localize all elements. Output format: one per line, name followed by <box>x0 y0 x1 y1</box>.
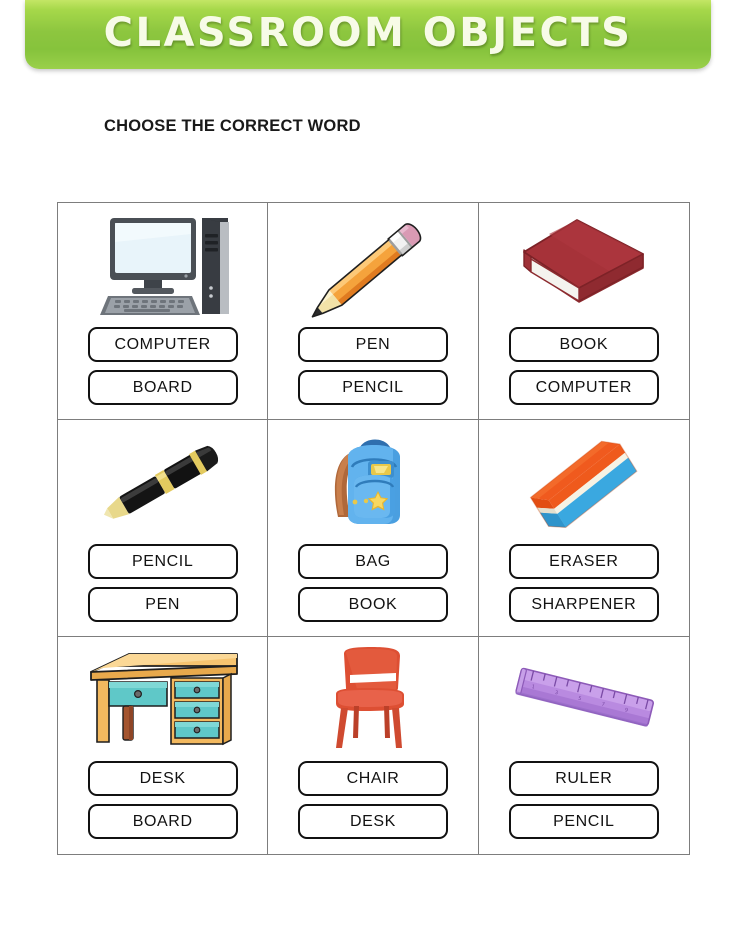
exercise-cell-ruler: 13 57 9 RULER PENCIL <box>479 637 689 854</box>
chair-icon <box>268 641 477 759</box>
option-button[interactable]: ERASER <box>508 544 659 579</box>
option-list: BOOK COMPUTER <box>479 327 689 405</box>
option-list: RULER PENCIL <box>479 761 689 839</box>
exercise-cell-chair: CHAIR DESK <box>268 637 479 854</box>
option-button[interactable]: PENCIL <box>297 370 448 405</box>
option-list: DESK BOARD <box>58 761 267 839</box>
option-button[interactable]: SHARPENER <box>508 587 659 622</box>
option-button[interactable]: PEN <box>87 587 238 622</box>
ruler-icon: 13 57 9 <box>479 641 689 759</box>
exercise-cell-pen: PENCIL PEN <box>58 420 269 637</box>
option-button[interactable]: BOARD <box>87 804 238 839</box>
exercise-cell-eraser: ERASER SHARPENER <box>478 420 689 637</box>
page-title: CLASSROOM OBJECTS <box>103 10 633 56</box>
option-list: BAG BOOK <box>268 544 477 622</box>
book-icon <box>479 207 689 325</box>
eraser-icon <box>479 424 689 542</box>
option-button[interactable]: COMPUTER <box>508 370 659 405</box>
option-button[interactable]: DESK <box>297 804 448 839</box>
option-button[interactable]: BOOK <box>297 587 448 622</box>
desk-icon <box>58 641 267 759</box>
option-button[interactable]: BOARD <box>87 370 238 405</box>
option-button[interactable]: RULER <box>508 761 659 796</box>
worksheet-grid: COMPUTER BOARD PEN PENCIL BOOK COMPUTER … <box>57 202 690 855</box>
option-button[interactable]: BAG <box>297 544 448 579</box>
option-list: PENCIL PEN <box>58 544 267 622</box>
header-banner: CLASSROOM OBJECTS <box>25 0 711 69</box>
option-list: PEN PENCIL <box>268 327 477 405</box>
exercise-cell-book: BOOK COMPUTER <box>478 203 689 420</box>
backpack-icon <box>268 424 477 542</box>
option-button[interactable]: DESK <box>87 761 238 796</box>
option-button[interactable]: CHAIR <box>297 761 448 796</box>
option-button[interactable]: PEN <box>297 327 448 362</box>
computer-icon <box>58 207 267 325</box>
exercise-cell-computer: COMPUTER BOARD <box>58 203 269 420</box>
exercise-cell-bag: BAG BOOK <box>268 420 479 637</box>
option-button[interactable]: BOOK <box>508 327 659 362</box>
instruction-text: CHOOSE THE CORRECT WORD <box>104 117 361 135</box>
exercise-cell-pencil: PEN PENCIL <box>268 203 479 420</box>
pen-icon <box>58 424 267 542</box>
pencil-icon <box>268 207 477 325</box>
exercise-cell-desk: DESK BOARD <box>58 637 269 854</box>
option-button[interactable]: PENCIL <box>508 804 659 839</box>
option-list: COMPUTER BOARD <box>58 327 267 405</box>
option-button[interactable]: COMPUTER <box>87 327 238 362</box>
option-list: CHAIR DESK <box>268 761 477 839</box>
option-list: ERASER SHARPENER <box>479 544 689 622</box>
option-button[interactable]: PENCIL <box>87 544 238 579</box>
